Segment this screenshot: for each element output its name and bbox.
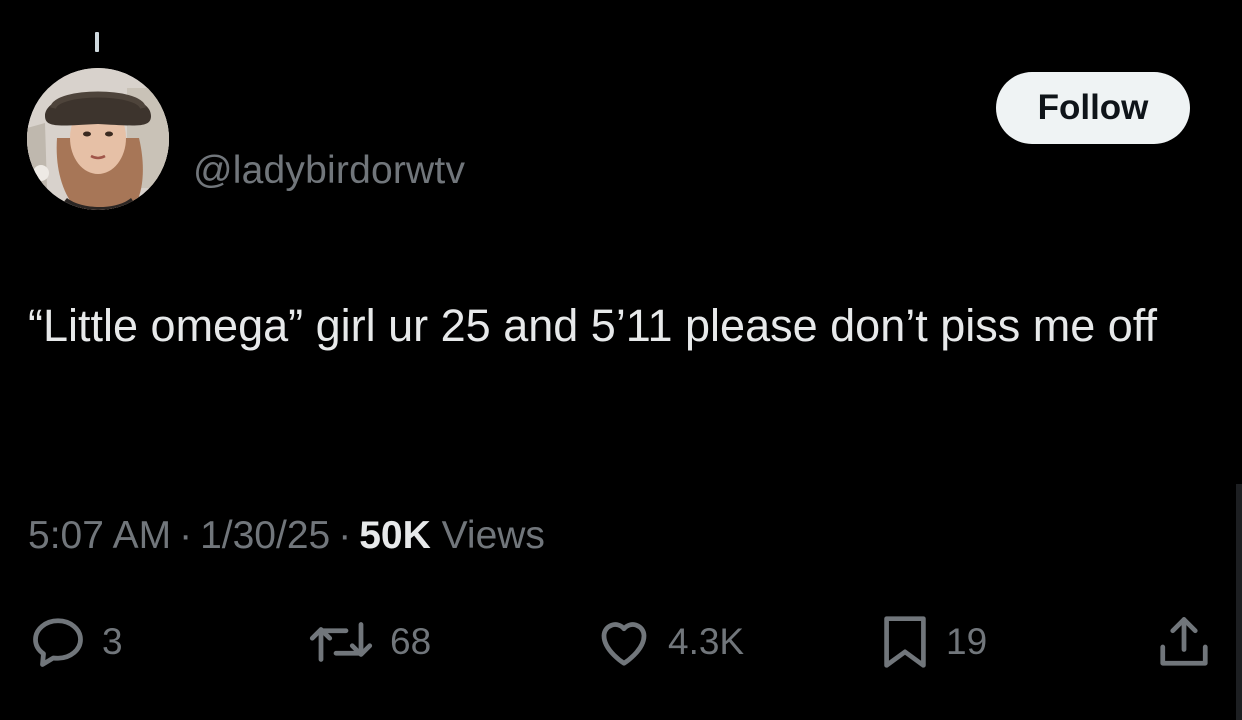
views-count: 50K — [359, 514, 431, 557]
bookmark-icon — [878, 612, 932, 672]
avatar[interactable] — [27, 68, 169, 210]
share-icon — [1154, 612, 1214, 672]
tweet-metadata: 5:07 AM · 1/30/25 · 50K Views — [28, 512, 545, 560]
reply-icon — [28, 612, 88, 672]
retweet-button[interactable]: 68 — [306, 608, 431, 676]
profile-photo — [27, 68, 169, 210]
views-label: Views — [441, 514, 545, 557]
share-button[interactable] — [1154, 608, 1214, 676]
retweet-count: 68 — [390, 621, 432, 662]
reply-button[interactable]: 3 — [28, 608, 123, 676]
retweet-icon — [306, 612, 376, 672]
tweet-time[interactable]: 5:07 AM — [28, 514, 171, 557]
tweet-action-bar: 3 68 4.3K 19 — [0, 608, 1242, 676]
tweet-date[interactable]: 1/30/25 — [200, 514, 330, 557]
like-count: 4.3K — [668, 621, 745, 662]
bookmark-button[interactable]: 19 — [878, 608, 987, 676]
meta-separator: · — [179, 514, 193, 557]
heart-icon — [594, 612, 654, 672]
scrollbar[interactable] — [1236, 484, 1242, 720]
tweet-text: “Little omega” girl ur 25 and 5’11 pleas… — [28, 300, 1157, 351]
meta-separator: · — [338, 514, 352, 557]
like-button[interactable]: 4.3K — [594, 608, 744, 676]
follow-button[interactable]: Follow — [996, 72, 1190, 144]
bookmark-count: 19 — [946, 621, 988, 662]
thread-connector-line — [95, 32, 99, 52]
reply-count: 3 — [102, 621, 123, 662]
author-handle[interactable]: @ladybirdorwtv — [193, 148, 465, 194]
